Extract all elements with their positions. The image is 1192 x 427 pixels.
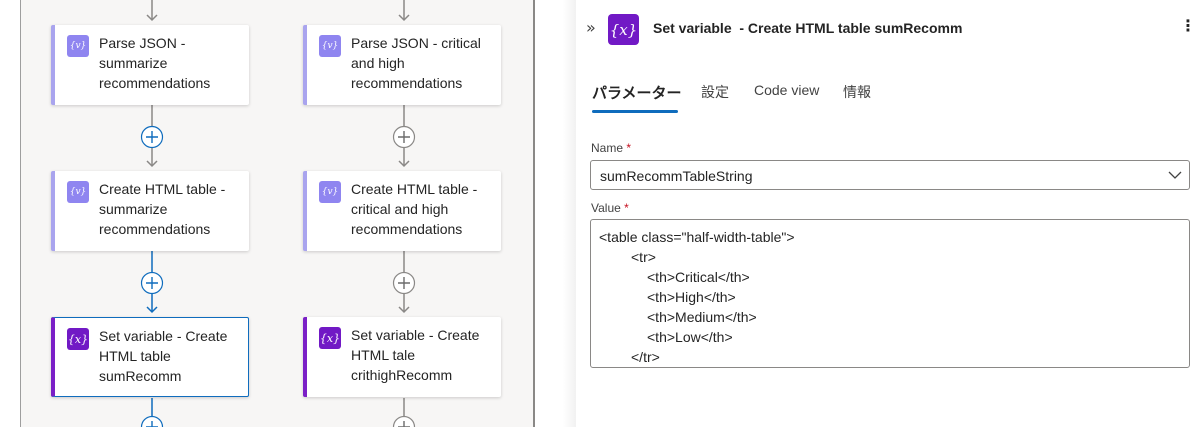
action-card-title: Create HTML table - summarize recommenda… [99,181,226,237]
variable-x-icon: {x} [319,327,341,349]
action-card-set-variable-crithigh[interactable]: {x} Set variable - Create HTML tale crit… [303,317,501,397]
tab-about[interactable]: 情報 [843,82,871,102]
required-mark: * [624,201,629,215]
braces-variable-icon: {v} [67,35,89,57]
tab-settings[interactable]: 設定 [701,82,729,102]
value-textarea[interactable]: <table class="half-width-table"> <tr> <t… [590,219,1190,368]
variable-x-icon: {x} [608,14,639,45]
add-step-button[interactable] [392,415,416,427]
add-step-button[interactable] [392,125,416,149]
name-field-label: Name * [591,141,631,155]
connector-right-top [398,0,410,22]
designer-canvas[interactable]: {v} Parse JSON - summarize recommendatio… [0,0,576,427]
value-line: <table class="half-width-table"> [599,229,795,245]
name-label-text: Name [591,141,624,155]
braces-variable-icon: {v} [67,181,89,203]
chevron-down-icon [1168,171,1182,179]
add-step-button[interactable] [392,271,416,295]
name-dropdown[interactable]: sumRecommTableString [590,160,1190,190]
tab-code-view[interactable]: Code view [754,82,819,98]
action-card-parse-json-crithigh[interactable]: {v} Parse JSON - critical and high recom… [303,25,501,105]
more-options-icon[interactable]: ⋮ [1180,16,1192,35]
add-step-button[interactable] [140,125,164,149]
collapse-panel-icon[interactable]: » [586,18,596,37]
required-mark: * [626,141,632,155]
add-step-button[interactable] [140,271,164,295]
action-card-title: Create HTML table - critical and high re… [351,181,478,237]
panel-title[interactable]: Set variable - Create HTML table sumReco… [653,20,962,36]
action-properties-panel: » {x} Set variable - Create HTML table s… [576,0,1192,427]
tab-parameters[interactable]: パラメーター [592,82,682,103]
value-line: <th>High</th> [647,289,736,305]
action-card-title: Set variable - Create HTML table sumReco… [99,328,228,384]
value-line: <th>Critical</th> [647,269,750,285]
braces-variable-icon: {v} [319,181,341,203]
value-label-text: Value [591,201,621,215]
action-card-title: Set variable - Create HTML tale crithigh… [351,327,480,383]
value-line: </tr> [631,349,660,365]
action-card-title: Parse JSON - critical and high recommend… [351,35,481,91]
active-tab-indicator [592,110,678,113]
action-card-parse-json-summarize[interactable]: {v} Parse JSON - summarize recommendatio… [51,25,249,105]
connector-left-top [146,0,158,22]
variable-x-icon: {x} [67,328,89,350]
value-line: <th>Medium</th> [647,309,757,325]
braces-variable-icon: {v} [319,35,341,57]
value-field-label: Value * [591,201,629,215]
name-dropdown-value: sumRecommTableString [600,168,753,184]
action-card-create-html-summarize[interactable]: {v} Create HTML table - summarize recomm… [51,171,249,251]
action-card-set-variable-sumrecomm[interactable]: {x} Set variable - Create HTML table sum… [51,317,249,397]
add-step-button[interactable] [140,415,164,427]
action-card-title: Parse JSON - summarize recommendations [99,35,211,91]
value-line: <th>Low</th> [647,329,733,345]
value-line: <tr> [631,249,656,265]
action-card-create-html-crithigh[interactable]: {v} Create HTML table - critical and hig… [303,171,501,251]
